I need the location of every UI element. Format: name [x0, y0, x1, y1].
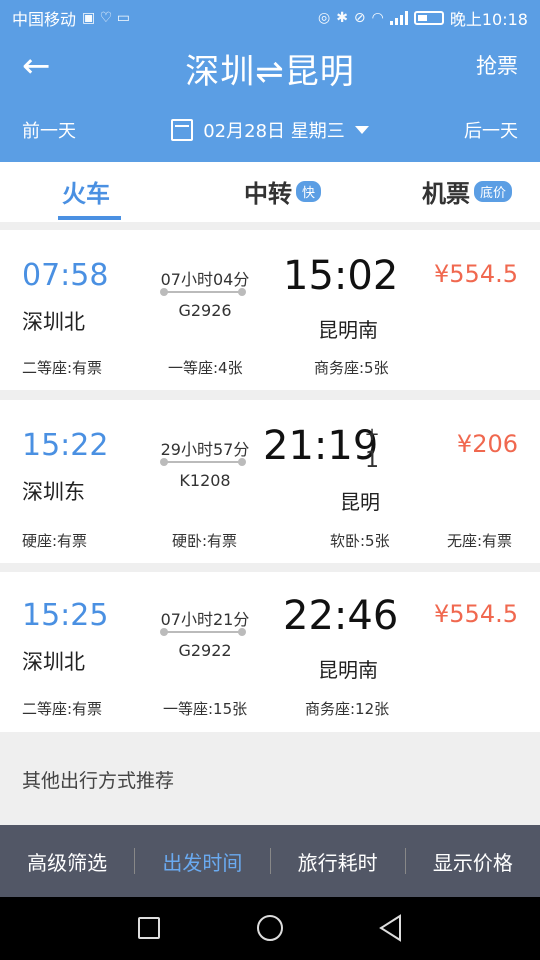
seat-info: 一等座:4张 — [168, 359, 243, 377]
route-line — [160, 288, 246, 296]
seat-info: 一等座:15张 — [163, 700, 248, 718]
departure-station: 深圳北 — [22, 650, 85, 674]
next-day-count: 1 — [365, 448, 379, 473]
train-card[interactable]: 15:22 深圳东 29小时57分 K1208 21:19 + 1 昆明 ¥20… — [0, 400, 540, 563]
nav-back-icon[interactable] — [378, 914, 404, 942]
transfer-badge: 快 — [296, 181, 322, 202]
seat-info: 硬座:有票 — [22, 532, 88, 550]
grab-ticket-button[interactable]: 抢票 — [476, 50, 518, 80]
seat-info: 无座:有票 — [447, 532, 513, 550]
signal-icon — [389, 11, 408, 25]
price: ¥554.5 — [434, 600, 518, 628]
sort-duration-button[interactable]: 旅行耗时 — [271, 847, 405, 876]
date-bar: 前一天 02月28日 星期三 后一天 — [0, 98, 540, 162]
arrival-station: 昆明南 — [318, 318, 378, 342]
prev-day-button[interactable]: 前一天 — [22, 117, 76, 143]
tab-flight[interactable]: 机票 底价 — [422, 174, 513, 209]
active-tab-indicator — [58, 216, 121, 220]
nfc-icon: ◎ — [317, 10, 331, 26]
seat-info: 二等座:有票 — [22, 700, 103, 718]
departure-station: 深圳东 — [22, 480, 85, 504]
seat-info: 商务座:5张 — [314, 359, 389, 377]
departure-station: 深圳北 — [22, 310, 85, 334]
route-line — [160, 458, 246, 466]
carrier-label: 中国移动 — [12, 10, 77, 29]
date-picker[interactable]: 02月28日 星期三 — [171, 117, 369, 143]
tab-transfer[interactable]: 中转快 — [244, 174, 322, 209]
wifi-icon: ◠ — [371, 10, 384, 26]
clock: 晚上10:18 — [449, 10, 528, 29]
departure-time: 07:58 — [22, 258, 109, 293]
arrival-station: 昆明南 — [318, 658, 378, 682]
next-day-plus: + — [364, 424, 380, 445]
price: ¥554.5 — [434, 260, 518, 288]
route-line — [160, 628, 246, 636]
dropdown-caret-icon — [354, 126, 369, 134]
title-bar: ← 深圳⇌昆明 抢票 — [0, 36, 540, 98]
recent-apps-icon[interactable] — [138, 917, 160, 939]
departure-time: 15:22 — [22, 428, 109, 463]
date-label: 02月28日 星期三 — [203, 121, 345, 142]
flight-badge: 底价 — [474, 181, 513, 202]
calendar-icon — [171, 119, 194, 141]
departure-time: 15:25 — [22, 598, 109, 633]
seat-info: 商务座:12张 — [305, 700, 390, 718]
seat-info: 硬卧:有票 — [172, 532, 238, 550]
arrival-time: 21:19 — [263, 423, 379, 469]
bluetooth-icon: ✱ — [336, 10, 348, 26]
duration: 29小时57分 — [160, 440, 250, 459]
mute-icon: ⊘ — [353, 10, 366, 26]
train-number: G2926 — [178, 301, 232, 320]
arrival-station: 昆明 — [340, 490, 380, 514]
arrival-time: 15:02 — [283, 253, 399, 299]
other-travel-label: 其他出行方式推荐 — [22, 770, 175, 792]
show-price-button[interactable]: 显示价格 — [406, 847, 540, 876]
next-day-button[interactable]: 后一天 — [464, 117, 518, 143]
sort-departure-time-button[interactable]: 出发时间 — [135, 847, 269, 876]
train-number: G2922 — [178, 641, 232, 660]
duration: 07小时04分 — [160, 270, 250, 289]
battery-icon — [413, 11, 444, 25]
home-icon[interactable] — [257, 915, 283, 941]
arrival-time: 22:46 — [283, 593, 399, 639]
system-nav-bar — [0, 897, 540, 960]
train-card[interactable]: 15:25 深圳北 07小时21分 G2922 22:46 昆明南 ¥554.5… — [0, 572, 540, 732]
advanced-filter-button[interactable]: 高级筛选 — [0, 847, 134, 876]
duration: 07小时21分 — [160, 610, 250, 629]
seat-info: 二等座:有票 — [22, 359, 103, 377]
transport-tabs: 火车 中转快 机票 底价 — [0, 162, 540, 222]
train-card[interactable]: 07:58 深圳北 07小时04分 G2926 15:02 昆明南 ¥554.5… — [0, 230, 540, 390]
route-title: 深圳⇌昆明 — [185, 52, 355, 92]
notification-icon: ▣ ♡ ▭ — [82, 10, 130, 26]
train-number: K1208 — [179, 471, 231, 490]
price: ¥206 — [456, 430, 518, 458]
status-bar: 中国移动 ▣ ♡ ▭ ◎ ✱ ⊘ ◠ 晚上10:18 — [0, 0, 540, 36]
tab-train[interactable]: 火车 — [62, 174, 110, 209]
bottom-bar: 高级筛选 出发时间 旅行耗时 显示价格 — [0, 825, 540, 897]
seat-info: 软卧:5张 — [330, 532, 390, 550]
other-travel-recommend[interactable]: 其他出行方式推荐 — [0, 734, 540, 806]
